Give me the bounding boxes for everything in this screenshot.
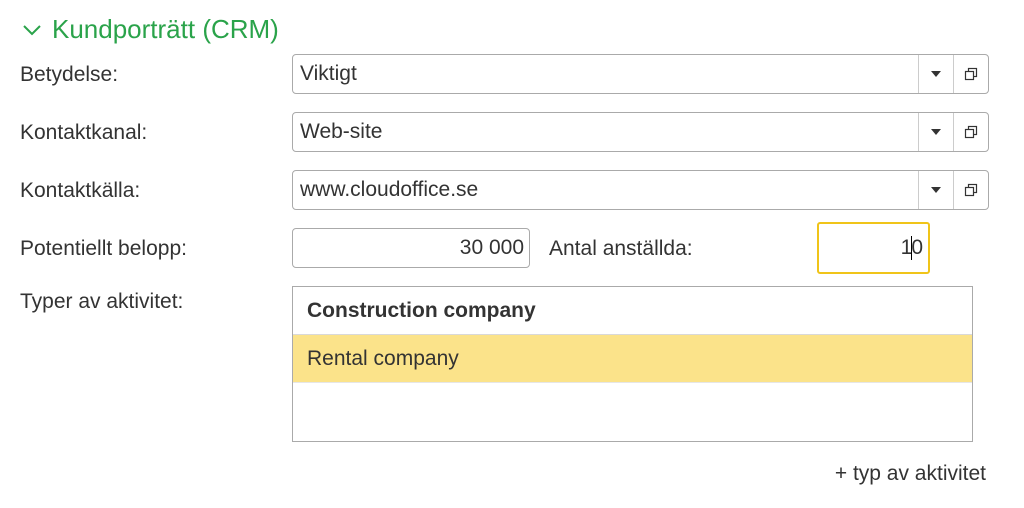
betydelse-open-button[interactable]	[953, 55, 988, 93]
open-window-icon	[964, 183, 978, 197]
anstallda-label: Antal anställda:	[549, 237, 693, 260]
chevron-down-icon	[23, 24, 41, 35]
activities-label: Typer av aktivitet:	[20, 290, 184, 313]
anstallda-input[interactable]: 10	[817, 222, 930, 274]
caret-down-icon	[931, 129, 941, 135]
table-row[interactable]	[293, 383, 972, 431]
table-row[interactable]: Rental company	[293, 335, 972, 383]
add-activity-type-link[interactable]: + typ av aktivitet	[835, 462, 986, 486]
kontaktkalla-label: Kontaktkälla:	[20, 179, 141, 202]
belopp-input[interactable]: 30 000	[292, 228, 530, 268]
activities-table[interactable]: Construction company Rental company	[292, 286, 973, 442]
kontaktkanal-value[interactable]: Web-site	[293, 113, 918, 151]
kontaktkalla-dropdown-button[interactable]	[918, 171, 953, 209]
table-row[interactable]: Construction company	[293, 287, 972, 335]
betydelse-dropdown-button[interactable]	[918, 55, 953, 93]
kontaktkalla-value[interactable]: www.cloudoffice.se	[293, 171, 918, 209]
kontaktkanal-open-button[interactable]	[953, 113, 988, 151]
kontaktkanal-label: Kontaktkanal:	[20, 121, 148, 144]
kontaktkalla-open-button[interactable]	[953, 171, 988, 209]
section-toggle[interactable]: Kundporträtt (CRM)	[22, 14, 279, 45]
betydelse-value[interactable]: Viktigt	[293, 55, 918, 93]
betydelse-label: Betydelse:	[20, 63, 119, 86]
caret-down-icon	[931, 187, 941, 193]
kontaktkalla-field[interactable]: www.cloudoffice.se	[292, 170, 989, 210]
belopp-label: Potentiellt belopp:	[20, 237, 187, 260]
section-title: Kundporträtt (CRM)	[52, 14, 279, 44]
kontaktkanal-dropdown-button[interactable]	[918, 113, 953, 151]
kontaktkanal-field[interactable]: Web-site	[292, 112, 989, 152]
betydelse-field[interactable]: Viktigt	[292, 54, 989, 94]
anstallda-value-after: 0	[911, 236, 923, 259]
open-window-icon	[964, 67, 978, 81]
caret-down-icon	[931, 71, 941, 77]
open-window-icon	[964, 125, 978, 139]
